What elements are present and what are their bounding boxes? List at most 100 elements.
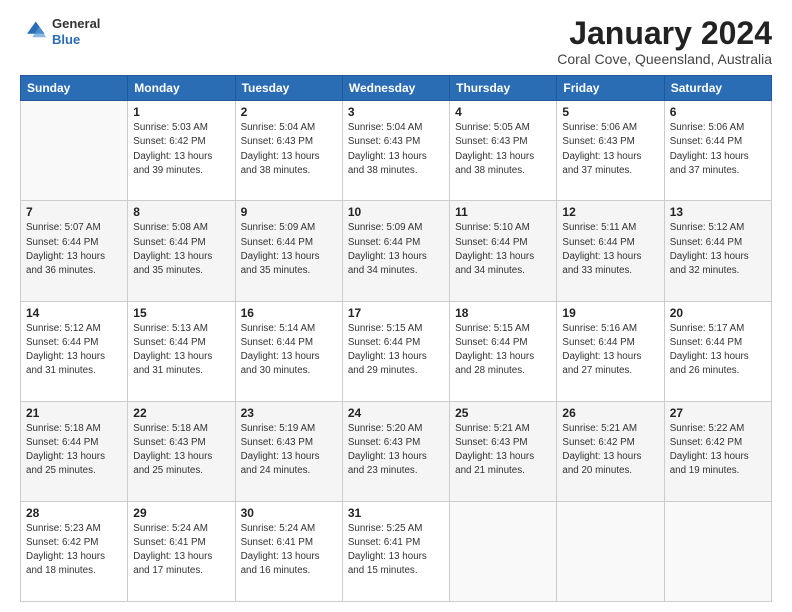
- day-info: Sunrise: 5:12 AM Sunset: 6:44 PM Dayligh…: [26, 322, 122, 379]
- table-row: 21 Sunrise: 5:18 AM Sunset: 6:44 PM Dayli…: [21, 401, 128, 501]
- day-info: Sunrise: 5:04 AM Sunset: 6:43 PM Dayligh…: [348, 121, 444, 178]
- day-number: 19: [562, 306, 658, 320]
- day-info: Sunrise: 5:20 AM Sunset: 6:43 PM Dayligh…: [348, 422, 444, 479]
- day-number: 24: [348, 406, 444, 420]
- day-number: 15: [133, 306, 229, 320]
- day-number: 31: [348, 506, 444, 520]
- day-number: 28: [26, 506, 122, 520]
- table-row: 10Sunrise: 5:09 AM Sunset: 6:44 PM Dayli…: [342, 201, 449, 301]
- day-number: 1: [133, 105, 229, 119]
- table-row: 24 Sunrise: 5:20 AM Sunset: 6:43 PM Dayli…: [342, 401, 449, 501]
- day-number: 12: [562, 205, 658, 219]
- day-number: 2: [241, 105, 337, 119]
- day-info: Sunrise: 5:18 AM Sunset: 6:44 PM Dayligh…: [26, 422, 122, 479]
- table-row: 1 Sunrise: 5:03 AM Sunset: 6:42 PM Daylig…: [128, 101, 235, 201]
- day-number: 5: [562, 105, 658, 119]
- day-info: Sunrise: 5:04 AM Sunset: 6:43 PM Dayligh…: [241, 121, 337, 178]
- col-monday: Monday: [128, 76, 235, 101]
- table-row: 20Sunrise: 5:17 AM Sunset: 6:44 PM Dayli…: [664, 301, 771, 401]
- title-block: January 2024 Coral Cove, Queensland, Aus…: [557, 16, 772, 67]
- table-row: 6Sunrise: 5:06 AM Sunset: 6:44 PM Daylig…: [664, 101, 771, 201]
- table-row: 9Sunrise: 5:09 AM Sunset: 6:44 PM Daylig…: [235, 201, 342, 301]
- day-number: 30: [241, 506, 337, 520]
- day-number: 11: [455, 205, 551, 219]
- day-number: 17: [348, 306, 444, 320]
- day-number: 27: [670, 406, 766, 420]
- table-row: 2 Sunrise: 5:04 AM Sunset: 6:43 PM Daylig…: [235, 101, 342, 201]
- table-row: 11 Sunrise: 5:10 AM Sunset: 6:44 PM Dayli…: [450, 201, 557, 301]
- day-number: 16: [241, 306, 337, 320]
- table-row: 28 Sunrise: 5:23 AM Sunset: 6:42 PM Dayli…: [21, 501, 128, 601]
- day-number: 29: [133, 506, 229, 520]
- table-row: 25Sunrise: 5:21 AM Sunset: 6:43 PM Dayli…: [450, 401, 557, 501]
- calendar-week-row: 1 Sunrise: 5:03 AM Sunset: 6:42 PM Daylig…: [21, 101, 772, 201]
- calendar-week-row: 28 Sunrise: 5:23 AM Sunset: 6:42 PM Dayli…: [21, 501, 772, 601]
- month-title: January 2024: [557, 16, 772, 51]
- table-row: 23 Sunrise: 5:19 AM Sunset: 6:43 PM Dayli…: [235, 401, 342, 501]
- day-info: Sunrise: 5:17 AM Sunset: 6:44 PM Dayligh…: [670, 322, 766, 379]
- day-info: Sunrise: 5:15 AM Sunset: 6:44 PM Dayligh…: [348, 322, 444, 379]
- logo: General Blue: [20, 16, 100, 47]
- table-row: [557, 501, 664, 601]
- day-number: 3: [348, 105, 444, 119]
- day-info: Sunrise: 5:10 AM Sunset: 6:44 PM Dayligh…: [455, 221, 551, 278]
- col-saturday: Saturday: [664, 76, 771, 101]
- header: General Blue January 2024 Coral Cove, Qu…: [20, 16, 772, 67]
- page: General Blue January 2024 Coral Cove, Qu…: [0, 0, 792, 612]
- table-row: 15 Sunrise: 5:13 AM Sunset: 6:44 PM Dayli…: [128, 301, 235, 401]
- day-info: Sunrise: 5:15 AM Sunset: 6:44 PM Dayligh…: [455, 322, 551, 379]
- calendar-table: Sunday Monday Tuesday Wednesday Thursday…: [20, 75, 772, 602]
- day-info: Sunrise: 5:12 AM Sunset: 6:44 PM Dayligh…: [670, 221, 766, 278]
- logo-text: General Blue: [52, 16, 100, 47]
- table-row: 5 Sunrise: 5:06 AM Sunset: 6:43 PM Daylig…: [557, 101, 664, 201]
- day-info: Sunrise: 5:22 AM Sunset: 6:42 PM Dayligh…: [670, 422, 766, 479]
- table-row: [450, 501, 557, 601]
- table-row: 19Sunrise: 5:16 AM Sunset: 6:44 PM Dayli…: [557, 301, 664, 401]
- day-number: 26: [562, 406, 658, 420]
- col-tuesday: Tuesday: [235, 76, 342, 101]
- day-number: 21: [26, 406, 122, 420]
- day-number: 22: [133, 406, 229, 420]
- calendar-week-row: 7 Sunrise: 5:07 AM Sunset: 6:44 PM Daylig…: [21, 201, 772, 301]
- calendar-header-row: Sunday Monday Tuesday Wednesday Thursday…: [21, 76, 772, 101]
- day-info: Sunrise: 5:06 AM Sunset: 6:44 PM Dayligh…: [670, 121, 766, 178]
- calendar-week-row: 21 Sunrise: 5:18 AM Sunset: 6:44 PM Dayli…: [21, 401, 772, 501]
- day-number: 23: [241, 406, 337, 420]
- day-info: Sunrise: 5:09 AM Sunset: 6:44 PM Dayligh…: [348, 221, 444, 278]
- table-row: 22 Sunrise: 5:18 AM Sunset: 6:43 PM Dayli…: [128, 401, 235, 501]
- col-wednesday: Wednesday: [342, 76, 449, 101]
- table-row: 3 Sunrise: 5:04 AM Sunset: 6:43 PM Daylig…: [342, 101, 449, 201]
- table-row: 16 Sunrise: 5:14 AM Sunset: 6:44 PM Dayli…: [235, 301, 342, 401]
- day-info: Sunrise: 5:18 AM Sunset: 6:43 PM Dayligh…: [133, 422, 229, 479]
- table-row: 8Sunrise: 5:08 AM Sunset: 6:44 PM Daylig…: [128, 201, 235, 301]
- table-row: [21, 101, 128, 201]
- day-number: 25: [455, 406, 551, 420]
- table-row: 7 Sunrise: 5:07 AM Sunset: 6:44 PM Daylig…: [21, 201, 128, 301]
- day-info: Sunrise: 5:21 AM Sunset: 6:42 PM Dayligh…: [562, 422, 658, 479]
- day-info: Sunrise: 5:23 AM Sunset: 6:42 PM Dayligh…: [26, 522, 122, 579]
- table-row: 26 Sunrise: 5:21 AM Sunset: 6:42 PM Dayli…: [557, 401, 664, 501]
- logo-general-label: General: [52, 16, 100, 32]
- day-info: Sunrise: 5:14 AM Sunset: 6:44 PM Dayligh…: [241, 322, 337, 379]
- table-row: 4 Sunrise: 5:05 AM Sunset: 6:43 PM Daylig…: [450, 101, 557, 201]
- calendar-week-row: 14 Sunrise: 5:12 AM Sunset: 6:44 PM Dayli…: [21, 301, 772, 401]
- day-number: 14: [26, 306, 122, 320]
- day-number: 4: [455, 105, 551, 119]
- location: Coral Cove, Queensland, Australia: [557, 51, 772, 67]
- day-number: 7: [26, 205, 122, 219]
- day-info: Sunrise: 5:25 AM Sunset: 6:41 PM Dayligh…: [348, 522, 444, 579]
- table-row: 13 Sunrise: 5:12 AM Sunset: 6:44 PM Dayli…: [664, 201, 771, 301]
- day-info: Sunrise: 5:05 AM Sunset: 6:43 PM Dayligh…: [455, 121, 551, 178]
- day-info: Sunrise: 5:24 AM Sunset: 6:41 PM Dayligh…: [133, 522, 229, 579]
- day-info: Sunrise: 5:07 AM Sunset: 6:44 PM Dayligh…: [26, 221, 122, 278]
- day-number: 13: [670, 205, 766, 219]
- table-row: 17 Sunrise: 5:15 AM Sunset: 6:44 PM Dayli…: [342, 301, 449, 401]
- table-row: 18Sunrise: 5:15 AM Sunset: 6:44 PM Dayli…: [450, 301, 557, 401]
- table-row: 14 Sunrise: 5:12 AM Sunset: 6:44 PM Dayli…: [21, 301, 128, 401]
- day-info: Sunrise: 5:13 AM Sunset: 6:44 PM Dayligh…: [133, 322, 229, 379]
- day-info: Sunrise: 5:09 AM Sunset: 6:44 PM Dayligh…: [241, 221, 337, 278]
- day-info: Sunrise: 5:06 AM Sunset: 6:43 PM Dayligh…: [562, 121, 658, 178]
- day-info: Sunrise: 5:03 AM Sunset: 6:42 PM Dayligh…: [133, 121, 229, 178]
- day-info: Sunrise: 5:11 AM Sunset: 6:44 PM Dayligh…: [562, 221, 658, 278]
- day-info: Sunrise: 5:19 AM Sunset: 6:43 PM Dayligh…: [241, 422, 337, 479]
